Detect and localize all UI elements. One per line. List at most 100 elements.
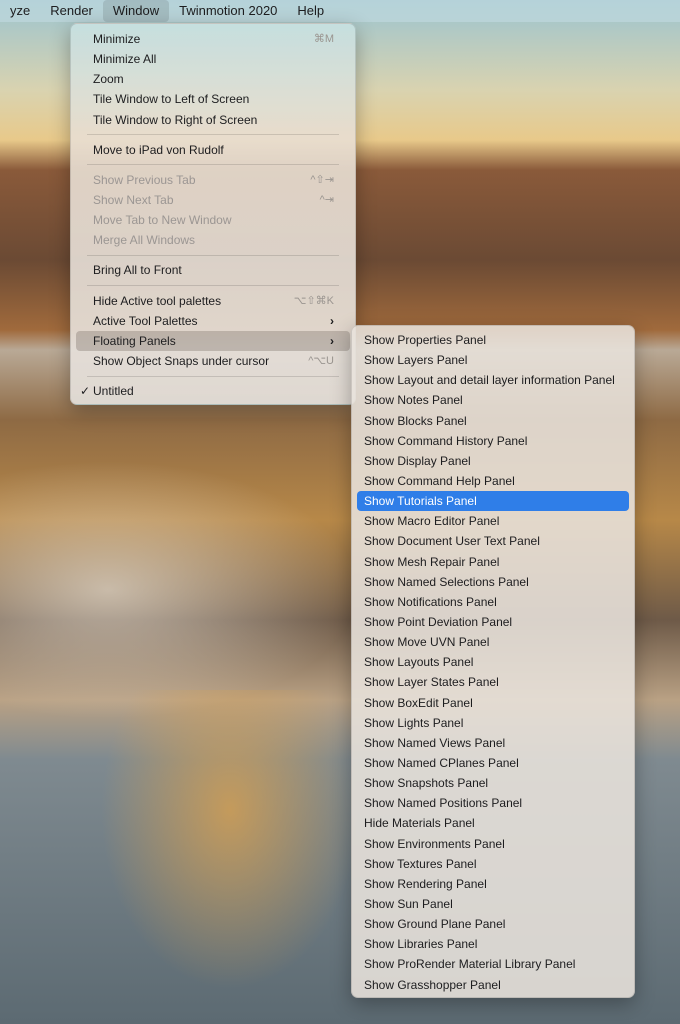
menubar-item-help[interactable]: Help [287, 0, 334, 22]
submenu-item-hide-materials-panel[interactable]: Hide Materials Panel [357, 813, 629, 833]
submenu-item-show-lights-panel[interactable]: Show Lights Panel [357, 713, 629, 733]
menu-item-label: Bring All to Front [93, 263, 182, 278]
menu-item-hide-active-tool-palettes[interactable]: Hide Active tool palettes ⌥⇧⌘K [76, 291, 350, 311]
submenu-item-show-sun-panel[interactable]: Show Sun Panel [357, 894, 629, 914]
submenu-item-show-boxedit-panel[interactable]: Show BoxEdit Panel [357, 693, 629, 713]
menu-item-label: Show Move UVN Panel [364, 635, 490, 650]
menu-item-show-object-snaps-under-cursor[interactable]: Show Object Snaps under cursor ^⌥U [76, 351, 350, 371]
submenu-item-show-named-selections-panel[interactable]: Show Named Selections Panel [357, 572, 629, 592]
submenu-item-show-command-help-panel[interactable]: Show Command Help Panel [357, 471, 629, 491]
submenu-item-show-textures-panel[interactable]: Show Textures Panel [357, 854, 629, 874]
submenu-item-show-ground-plane-panel[interactable]: Show Ground Plane Panel [357, 914, 629, 934]
menu-item-label: Show Named Selections Panel [364, 574, 529, 589]
menu-item-label: Move to iPad von Rudolf [93, 142, 224, 157]
menu-item-label: Merge All Windows [93, 233, 196, 248]
menu-item-label: Minimize [93, 32, 141, 46]
submenu-item-show-macro-editor-panel[interactable]: Show Macro Editor Panel [357, 511, 629, 531]
menu-item-floating-panels[interactable]: Floating Panels › [76, 330, 350, 351]
menu-item-move-tab-to-new-window[interactable]: Move Tab to New Window [76, 210, 350, 230]
submenu-item-show-rendering-panel[interactable]: Show Rendering Panel [357, 874, 629, 894]
menu-item-label: Floating Panels [93, 333, 176, 348]
submenu-item-show-properties-panel[interactable]: Show Properties Panel [357, 330, 629, 350]
submenu-item-show-point-deviation-panel[interactable]: Show Point Deviation Panel [357, 612, 629, 632]
menu-item-minimize[interactable]: Minimize ⌘M [76, 29, 350, 49]
menu-separator [87, 134, 339, 136]
menubar-item-window[interactable]: Window [102, 0, 170, 22]
menu-item-label: Show Ground Plane Panel [364, 917, 506, 932]
menu-item-merge-all-windows[interactable]: Merge All Windows [76, 230, 350, 250]
menu-item-label: Show Rendering Panel [364, 876, 487, 891]
menu-item-label: Show Environments Panel [364, 836, 505, 851]
menu-item-label: Show Libraries Panel [364, 937, 478, 952]
menu-item-label: Show Object Snaps under cursor [93, 353, 270, 368]
menu-item-active-tool-palettes[interactable]: Active Tool Palettes › [76, 311, 350, 331]
menu-item-label: Show Sun Panel [364, 896, 453, 911]
submenu-item-show-layout-and-detail-layer-information-panel[interactable]: Show Layout and detail layer information… [357, 370, 629, 390]
submenu-item-show-display-panel[interactable]: Show Display Panel [357, 451, 629, 471]
submenu-item-show-named-cplanes-panel[interactable]: Show Named CPlanes Panel [357, 753, 629, 773]
menu-separator [87, 285, 339, 287]
menu-item-show-next-tab[interactable]: Show Next Tab ^⇥ [76, 190, 350, 210]
menu-item-untitled[interactable]: ✓ Untitled [76, 381, 350, 401]
menu-item-label: Show Command Help Panel [364, 473, 515, 488]
menu-item-move-to-ipad-von-rudolf[interactable]: Move to iPad von Rudolf [76, 140, 350, 160]
menu-item-tile-window-to-right-of-screen[interactable]: Tile Window to Right of Screen [76, 110, 350, 130]
menu-bar: yze Render Window Twinmotion 2020 Help [0, 0, 680, 22]
menubar-item-twinmotion-2020[interactable]: Twinmotion 2020 [169, 0, 287, 22]
chevron-right-icon: › [330, 313, 334, 328]
menu-item-label: Show Point Deviation Panel [364, 614, 513, 629]
menubar-item-yze[interactable]: yze [0, 0, 40, 22]
menu-item-label: Untitled [93, 384, 134, 399]
submenu-item-show-prorender-material-library-panel[interactable]: Show ProRender Material Library Panel [357, 954, 629, 974]
submenu-item-show-blocks-panel[interactable]: Show Blocks Panel [357, 411, 629, 431]
submenu-item-show-layouts-panel[interactable]: Show Layouts Panel [357, 652, 629, 672]
shortcut-label: ^⇧⇥ [310, 173, 334, 186]
submenu-item-show-notes-panel[interactable]: Show Notes Panel [357, 390, 629, 410]
menu-separator [87, 254, 339, 256]
submenu-item-show-environments-panel[interactable]: Show Environments Panel [357, 834, 629, 854]
menu-item-label: Show Document User Text Panel [364, 534, 540, 549]
menu-item-label: Move Tab to New Window [93, 213, 232, 228]
menu-separator [87, 164, 339, 166]
menu-item-label: Show Tutorials Panel [364, 494, 477, 509]
submenu-item-show-grasshopper-panel[interactable]: Show Grasshopper Panel [357, 975, 629, 995]
floating-panels-submenu: Show Properties Panel Show Layers Panel Sh… [351, 325, 635, 998]
menu-item-minimize-all[interactable]: Minimize All [76, 49, 350, 69]
menu-item-label: Show Snapshots Panel [364, 776, 489, 791]
window-menu: Minimize ⌘M Minimize All Zoom Tile Window to… [70, 23, 356, 405]
submenu-item-show-named-views-panel[interactable]: Show Named Views Panel [357, 733, 629, 753]
menu-item-label: Show Named CPlanes Panel [364, 755, 519, 770]
submenu-item-show-libraries-panel[interactable]: Show Libraries Panel [357, 934, 629, 954]
menu-separator [87, 375, 339, 377]
menu-item-bring-all-to-front[interactable]: Bring All to Front [76, 260, 350, 280]
submenu-item-show-mesh-repair-panel[interactable]: Show Mesh Repair Panel [357, 552, 629, 572]
menu-item-label: Show Blocks Panel [364, 413, 467, 428]
menu-item-zoom[interactable]: Zoom [76, 69, 350, 89]
menubar-item-render[interactable]: Render [40, 0, 103, 22]
submenu-item-show-tutorials-panel[interactable]: Show Tutorials Panel [357, 491, 629, 512]
menu-item-label: Show Previous Tab [93, 172, 196, 187]
submenu-item-show-layers-panel[interactable]: Show Layers Panel [357, 350, 629, 370]
menu-item-label: Show Macro Editor Panel [364, 514, 500, 529]
menu-item-show-previous-tab[interactable]: Show Previous Tab ^⇧⇥ [76, 170, 350, 190]
submenu-item-show-move-uvn-panel[interactable]: Show Move UVN Panel [357, 632, 629, 652]
shortcut-label: ⌥⇧⌘K [293, 294, 334, 307]
menu-item-label: Show Layer States Panel [364, 675, 499, 690]
wallpaper-fog [0, 460, 360, 720]
submenu-item-show-notifications-panel[interactable]: Show Notifications Panel [357, 592, 629, 612]
menu-item-label: Show Layouts Panel [364, 655, 474, 670]
shortcut-label: ⌘M [313, 33, 334, 45]
submenu-item-show-named-positions-panel[interactable]: Show Named Positions Panel [357, 793, 629, 813]
menu-item-label: Zoom [93, 72, 124, 87]
submenu-item-show-document-user-text-panel[interactable]: Show Document User Text Panel [357, 531, 629, 551]
menu-item-label: Minimize All [93, 52, 157, 67]
submenu-item-show-command-history-panel[interactable]: Show Command History Panel [357, 431, 629, 451]
submenu-item-show-snapshots-panel[interactable]: Show Snapshots Panel [357, 773, 629, 793]
chevron-right-icon: › [330, 333, 334, 348]
menu-item-label: Show Named Views Panel [364, 735, 506, 750]
menu-item-label: Show Display Panel [364, 453, 471, 468]
submenu-item-show-layer-states-panel[interactable]: Show Layer States Panel [357, 672, 629, 692]
menu-item-label: Show Named Positions Panel [364, 796, 523, 811]
menu-item-label: Active Tool Palettes [93, 313, 198, 328]
menu-item-tile-window-to-left-of-screen[interactable]: Tile Window to Left of Screen [76, 89, 350, 109]
